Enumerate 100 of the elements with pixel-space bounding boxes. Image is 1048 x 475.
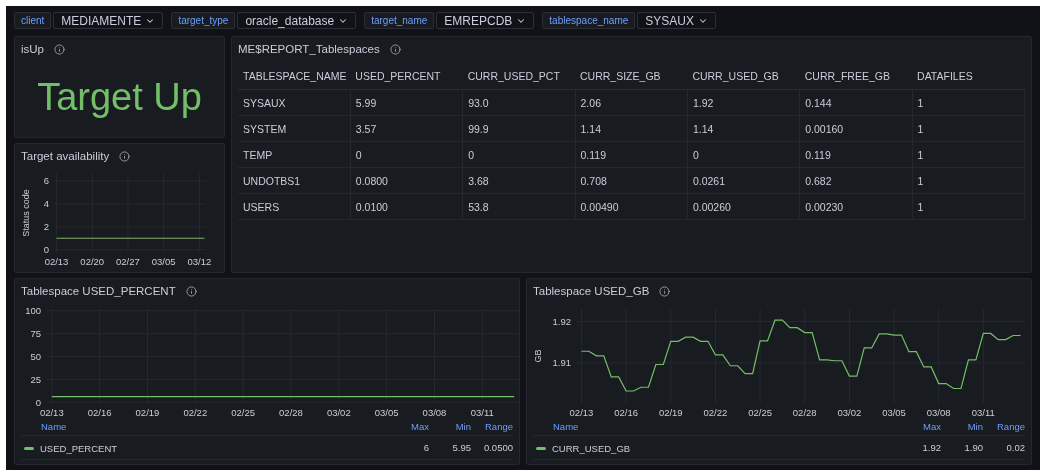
table-cell: 99.9	[462, 115, 576, 142]
x-tick-label: 02/13	[569, 407, 594, 418]
variable-label: target_name	[364, 12, 435, 29]
variable-dropdown[interactable]: SYSAUX	[637, 12, 716, 29]
legend-header[interactable]: Min	[967, 421, 983, 432]
panel-title: ME$REPORT_Tablespaces	[238, 43, 380, 55]
variable-dropdown[interactable]: EMREPCDB	[436, 12, 535, 29]
y-tick-label: 0	[43, 244, 49, 256]
table-cell: 0.00230	[799, 193, 913, 220]
legend-value: 5.95	[452, 442, 471, 453]
y-tick-label: 2	[43, 221, 49, 233]
table-cell: 1.92	[687, 89, 800, 116]
panel-title: Target availability	[21, 150, 110, 162]
x-tick-label: 03/05	[374, 407, 399, 418]
x-tick-label: 02/28	[792, 407, 817, 418]
legend-header[interactable]: Range	[485, 421, 513, 432]
stat-value: Target Up	[37, 78, 202, 116]
y-tick-label: 100	[25, 305, 41, 317]
table-cell: 3.57	[350, 115, 463, 142]
x-tick-label: 02/25	[748, 407, 772, 418]
info-icon[interactable]	[659, 285, 671, 297]
table-cell: 0	[462, 141, 576, 168]
x-tick-label: 02/22	[183, 407, 208, 418]
column-header[interactable]: CURR_USED_GB	[687, 63, 800, 90]
variable-dropdown[interactable]: oracle_database	[237, 12, 357, 29]
table-cell: USERS	[238, 193, 351, 220]
legend-value: 0.0500	[483, 442, 513, 453]
x-tick-label: 02/25	[231, 407, 256, 418]
x-tick-label: 03/08	[422, 407, 447, 418]
table-cell: 1	[912, 115, 1025, 142]
x-tick-label: 02/22	[703, 407, 728, 418]
table-cell: 5.99	[350, 89, 463, 116]
table-cell: 1.14	[687, 115, 800, 142]
x-tick-label: 03/02	[837, 407, 862, 418]
x-tick-label: 03/12	[187, 256, 212, 267]
table-cell: 0.0100	[350, 193, 463, 220]
variable-dropdown[interactable]: MEDIAMENTE	[53, 12, 164, 29]
table-cell: 0.144	[799, 89, 913, 116]
column-header[interactable]: CURR_FREE_GB	[799, 63, 913, 90]
legend-value: 0.02	[1006, 442, 1025, 453]
y-tick-label: 25	[30, 373, 41, 385]
legend-value: 1.90	[964, 442, 983, 453]
table-cell: 0.00160	[799, 115, 913, 142]
legend-header[interactable]: Min	[455, 421, 471, 432]
table-cell: SYSAUX	[238, 89, 351, 116]
legend-header[interactable]: Max	[411, 421, 429, 432]
x-tick-label: 03/11	[971, 407, 995, 418]
legend-header[interactable]: Name	[553, 421, 579, 432]
table-cell: 93.0	[462, 89, 576, 116]
table-cell: 1	[912, 193, 1025, 220]
series-name[interactable]: CURR_USED_GB	[552, 443, 631, 454]
table-cell: 0	[350, 141, 463, 168]
legend-value: 1.92	[922, 442, 941, 453]
table-cell: 0.682	[799, 167, 913, 194]
y-tick-label: 50	[30, 350, 41, 362]
variable-label: tablespace_name	[542, 12, 636, 29]
legend-header[interactable]: Max	[923, 421, 941, 432]
column-header[interactable]: CURR_USED_PCT	[462, 63, 576, 90]
info-icon[interactable]	[185, 285, 197, 297]
panel-title: Tablespace USED_GB	[533, 285, 650, 297]
table-cell: 1	[912, 89, 1025, 116]
x-tick-label: 02/28	[279, 407, 303, 418]
column-header[interactable]: DATAFILES	[912, 63, 1025, 90]
column-header[interactable]: TABLESPACE_NAME	[238, 63, 351, 90]
table-cell: 0.119	[799, 141, 913, 168]
x-tick-label: 03/11	[470, 407, 494, 418]
table-cell: TEMP	[238, 141, 351, 168]
x-tick-label: 03/08	[926, 407, 951, 418]
y-tick-label: 6	[43, 175, 49, 187]
column-header[interactable]: USED_PERCENT	[350, 63, 463, 90]
x-tick-label: 02/16	[87, 407, 112, 418]
info-icon[interactable]	[54, 43, 65, 55]
x-tick-label: 03/05	[151, 256, 176, 267]
table-cell: 1	[912, 141, 1025, 168]
legend-value: 6	[423, 442, 429, 453]
table-cell: 0	[687, 141, 800, 168]
x-tick-label: 03/05	[882, 407, 906, 418]
x-tick-label: 02/20	[80, 256, 105, 267]
y-tick-label: 4	[43, 198, 49, 210]
x-tick-label: 02/19	[135, 407, 160, 418]
legend-header[interactable]: Name	[41, 421, 67, 432]
table-cell: 1.14	[575, 115, 688, 142]
variable-label: client	[14, 12, 52, 29]
table-cell: 3.68	[462, 167, 576, 194]
column-header[interactable]: CURR_SIZE_GB	[575, 63, 688, 90]
x-tick-label: 02/19	[658, 407, 683, 418]
x-tick-label: 02/13	[39, 407, 64, 418]
table-cell: 0.00260	[687, 193, 800, 220]
x-tick-label: 02/13	[44, 256, 69, 267]
info-icon[interactable]	[119, 150, 131, 162]
panel-title: isUp	[21, 43, 44, 55]
table-cell: 0.119	[575, 141, 688, 168]
info-icon[interactable]	[389, 43, 401, 55]
table-cell: 0.708	[575, 167, 688, 194]
table-cell: 1	[912, 167, 1025, 194]
x-tick-label: 02/27	[116, 256, 140, 267]
variable-label: target_type	[171, 12, 236, 29]
legend-header[interactable]: Range	[997, 421, 1025, 432]
series-name[interactable]: USED_PERCENT	[40, 443, 118, 454]
y-tick-label: 1.91	[552, 357, 571, 369]
